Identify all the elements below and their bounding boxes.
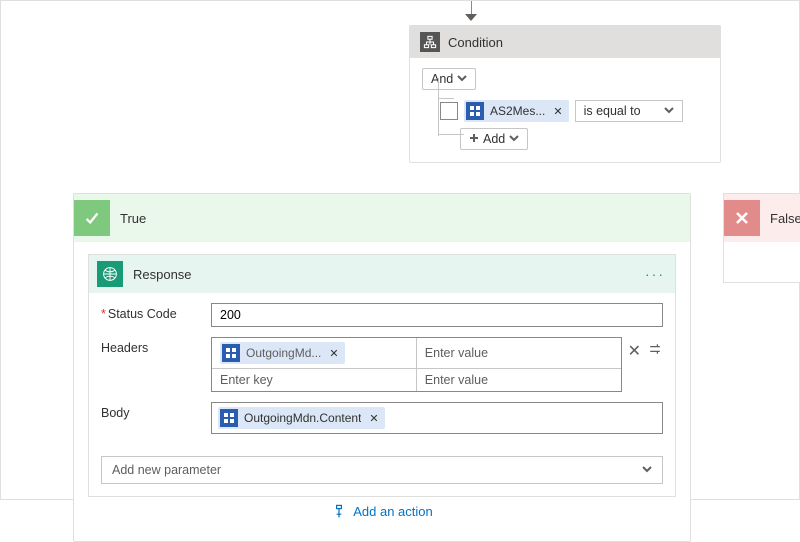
response-header[interactable]: Response ···: [89, 255, 675, 293]
true-header[interactable]: True: [74, 194, 690, 242]
true-branch-card: True Response ··· *Status Code: [73, 193, 691, 542]
response-card: Response ··· *Status Code Headers: [88, 254, 676, 497]
operator-dropdown[interactable]: is equal to: [575, 100, 683, 122]
arrow-into-condition: [464, 1, 478, 23]
more-menu-icon[interactable]: ···: [645, 266, 665, 282]
token-icon: [466, 102, 484, 120]
false-title: False: [770, 211, 800, 226]
status-code-input[interactable]: [211, 303, 663, 327]
token-icon: [220, 409, 238, 427]
true-title: True: [120, 211, 146, 226]
logic-operator-dropdown[interactable]: And: [422, 68, 476, 90]
remove-header-row-icon[interactable]: ✕: [628, 337, 641, 361]
headers-table: OutgoingMd... ✕ Enter value Enter key En…: [211, 337, 622, 392]
false-branch-card: False: [723, 193, 800, 283]
check-icon: [74, 200, 110, 236]
condition-operand-token[interactable]: AS2Mes... ✕: [464, 100, 569, 122]
add-action-icon: [331, 503, 347, 519]
add-condition-button[interactable]: Add: [460, 128, 528, 150]
false-header[interactable]: False: [724, 194, 800, 242]
chevron-down-icon: [457, 72, 467, 86]
header-key-cell[interactable]: OutgoingMd... ✕: [212, 338, 417, 368]
x-icon: [724, 200, 760, 236]
header-value-placeholder[interactable]: Enter value: [417, 369, 621, 391]
token-remove-icon[interactable]: ✕: [367, 412, 380, 425]
header-key-placeholder[interactable]: Enter key: [212, 369, 417, 391]
condition-header[interactable]: Condition: [410, 26, 720, 58]
chevron-down-icon: [509, 132, 519, 146]
globe-icon: [97, 261, 123, 287]
chevron-down-icon: [642, 463, 652, 477]
condition-row-checkbox[interactable]: [440, 102, 458, 120]
add-parameter-dropdown[interactable]: Add new parameter: [101, 456, 663, 484]
condition-card: Condition And AS2Mes... ✕ is equal to: [409, 25, 721, 163]
headers-label: Headers: [101, 337, 211, 355]
token-remove-icon[interactable]: ✕: [327, 347, 340, 360]
condition-title: Condition: [448, 35, 503, 50]
chevron-down-icon: [664, 104, 674, 118]
switch-to-text-mode-icon[interactable]: [647, 337, 663, 360]
body-label: Body: [101, 402, 211, 420]
status-code-label: *Status Code: [101, 303, 211, 321]
header-value-cell[interactable]: Enter value: [417, 338, 621, 368]
token-icon: [222, 344, 240, 362]
token-remove-icon[interactable]: ✕: [551, 105, 564, 118]
condition-icon: [420, 32, 440, 52]
body-input[interactable]: OutgoingMdn.Content ✕: [211, 402, 663, 434]
plus-icon: [469, 132, 479, 146]
response-title: Response: [133, 267, 192, 282]
add-action-button[interactable]: Add an action: [88, 497, 676, 529]
